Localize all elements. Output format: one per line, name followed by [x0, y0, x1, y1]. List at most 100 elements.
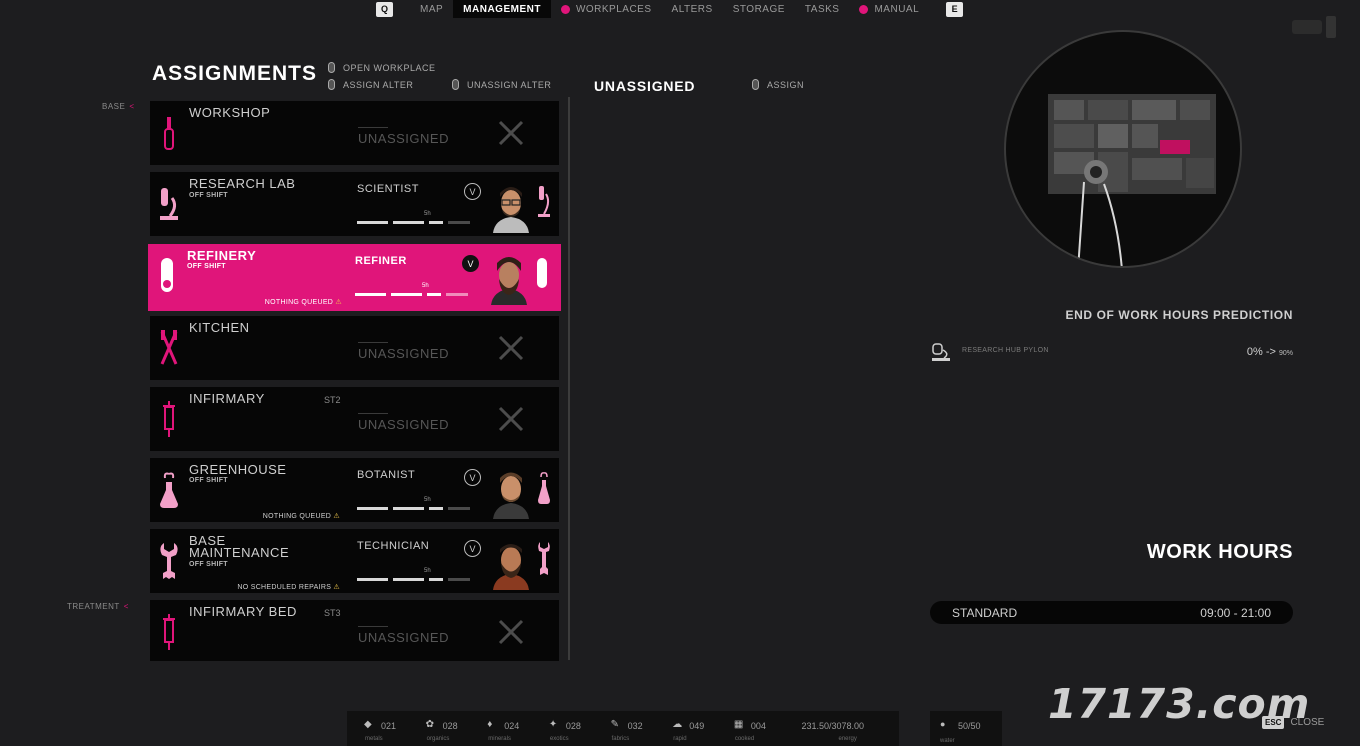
mouse-right-icon — [328, 79, 335, 90]
alter-badge: V — [462, 255, 479, 272]
list-scrollbar[interactable] — [568, 97, 570, 660]
prediction-row: RESEARCH HUB PYLON 0% -> 90% — [930, 342, 1293, 362]
shift-bars — [357, 221, 470, 224]
metals-icon: ◆ — [364, 719, 372, 730]
alter-badge: V — [464, 183, 481, 200]
kitchen-utensils-icon — [160, 330, 178, 365]
alter-role: TECHNICIAN — [357, 540, 430, 552]
top-nav: Q MAP MANAGEMENT WORKPLACES ALTERS STORA… — [376, 0, 964, 18]
water-drop-icon: ● — [940, 719, 946, 729]
queue-status: NOTHING QUEUED ⚠ — [262, 513, 340, 520]
empty-slot-x-icon[interactable] — [497, 618, 525, 646]
workplace-card-refinery[interactable]: REFINERY OFF SHIFT REFINER V 5h NOTHING … — [148, 244, 561, 311]
workplace-name: KITCHEN — [189, 320, 250, 335]
workplace-card-base-maintenance[interactable]: BASE MAINTENANCE OFF SHIFT TECHNICIAN V … — [150, 529, 559, 593]
shift-bars — [357, 507, 470, 510]
alter-portrait-botanist[interactable] — [489, 467, 533, 519]
close-button[interactable]: ESC CLOSE — [1262, 716, 1324, 729]
work-hours-mode: STANDARD — [952, 605, 1018, 620]
resource-metals: ◆ 021 metals — [364, 719, 397, 742]
workplace-name: WORKSHOP — [189, 105, 271, 120]
base-minimap[interactable] — [1004, 30, 1242, 268]
alter-badge: V — [464, 540, 481, 557]
shift-status: OFF SHIFT — [189, 477, 228, 484]
mouse-left-icon — [752, 79, 759, 90]
workplace-name: INFIRMARY — [189, 391, 265, 406]
workplace-card-kitchen[interactable]: KITCHEN UNASSIGNED — [150, 316, 559, 380]
resource-fabrics: ✎ 032 fabrics — [610, 719, 643, 742]
resource-cooked: ▦ 004 cooked — [733, 719, 766, 742]
category-base: BASE < — [102, 102, 135, 111]
tab-tasks[interactable]: TASKS — [795, 0, 850, 18]
workplace-card-greenhouse[interactable]: GREENHOUSE OFF SHIFT BOTANIST V 5h NOTHI… — [150, 458, 559, 522]
workplace-name: INFIRMARY BED — [189, 604, 297, 619]
notification-dot-icon — [859, 4, 869, 14]
shift-bars — [355, 293, 468, 296]
alter-badge: V — [464, 469, 481, 486]
tab-manual[interactable]: MANUAL — [849, 0, 929, 18]
tab-storage[interactable]: STORAGE — [723, 0, 795, 18]
workplace-name: RESEARCH LAB — [189, 176, 296, 191]
alter-portrait-technician[interactable] — [489, 538, 533, 590]
workplace-card-research-lab[interactable]: RESEARCH LAB OFF SHIFT SCIENTIST V 5h — [150, 172, 559, 236]
category-treatment: TREATMENT < — [67, 602, 129, 611]
wrench-small-icon — [538, 542, 550, 575]
prediction-item: RESEARCH HUB PYLON — [962, 347, 1049, 354]
work-hours-title: WORK HOURS — [1146, 541, 1293, 563]
tab-map[interactable]: MAP — [410, 0, 453, 18]
workplace-code: ST2 — [324, 395, 341, 405]
empty-slot-x-icon[interactable] — [497, 405, 525, 433]
nav-next-key[interactable]: E — [946, 1, 964, 17]
wrench-icon — [160, 543, 178, 579]
resource-water: ● 50/50 water — [930, 711, 1002, 746]
empty-slot-x-icon[interactable] — [497, 119, 525, 147]
unassigned-status: UNASSIGNED — [358, 346, 449, 361]
alter-role: REFINER — [355, 255, 407, 267]
alter-portrait-scientist[interactable] — [489, 181, 533, 233]
minimap-layout — [1048, 94, 1216, 266]
workplace-card-infirmary-bed[interactable]: INFIRMARY BED ST3 UNASSIGNED — [150, 600, 559, 661]
workplace-card-workshop[interactable]: WORKSHOP UNASSIGNED — [150, 101, 559, 165]
hours-label: 5h — [422, 283, 429, 289]
resource-minerals: ♦ 024 minerals — [487, 719, 520, 742]
workplace-name: BASE MAINTENANCE — [189, 533, 290, 560]
hint-unassign-alter: UNASSIGN ALTER — [452, 79, 551, 90]
syringe-icon — [163, 401, 175, 437]
hint-assign-alter: ASSIGN ALTER — [328, 79, 413, 90]
alter-portrait-refiner[interactable] — [487, 253, 531, 305]
assignments-title: ASSIGNMENTS — [152, 62, 318, 85]
microscope-small-icon — [538, 186, 550, 217]
queue-status: NOTHING QUEUED ⚠ — [264, 299, 342, 306]
mouse-middle-icon — [452, 79, 459, 90]
tab-workplaces[interactable]: WORKPLACES — [551, 0, 662, 18]
resource-energy: 231.50/3078.00 energy — [801, 721, 865, 742]
nav-prev-key[interactable]: Q — [376, 1, 393, 17]
workplace-name: REFINERY — [187, 248, 257, 263]
workplace-card-infirmary[interactable]: INFIRMARY ST2 UNASSIGNED — [150, 387, 559, 451]
shift-bars — [357, 578, 470, 581]
esc-key: ESC — [1262, 716, 1285, 729]
flask-plant-icon — [160, 472, 178, 508]
hours-label: 5h — [424, 568, 431, 574]
alter-role: BOTANIST — [357, 469, 416, 481]
screwdriver-icon — [164, 117, 174, 150]
shift-status: OFF SHIFT — [189, 561, 228, 568]
shift-status: OFF SHIFT — [187, 263, 226, 270]
pencil-icon: ✎ — [610, 719, 619, 730]
queue-status: NO SCHEDULED REPAIRS ⚠ — [237, 584, 340, 591]
tab-management[interactable]: MANAGEMENT — [453, 0, 551, 18]
empty-slot-x-icon[interactable] — [497, 334, 525, 362]
exotic-icon: ✦ — [548, 719, 558, 730]
work-hours-selector[interactable]: STANDARD 09:00 - 21:00 — [930, 601, 1293, 624]
workplace-name: GREENHOUSE — [189, 462, 287, 477]
cloud-icon: ☁ — [672, 719, 683, 730]
unassigned-status: UNASSIGNED — [358, 131, 449, 146]
unassigned-title: UNASSIGNED — [594, 78, 696, 94]
organics-icon: ✿ — [425, 719, 435, 730]
microscope-icon — [160, 188, 178, 220]
research-hub-pylon-icon — [932, 343, 950, 361]
prediction-title: END OF WORK HOURS PREDICTION — [1065, 308, 1293, 322]
tab-alters[interactable]: ALTERS — [662, 0, 723, 18]
hint-assign: ASSIGN — [752, 79, 804, 90]
notification-dot-icon — [560, 4, 570, 14]
